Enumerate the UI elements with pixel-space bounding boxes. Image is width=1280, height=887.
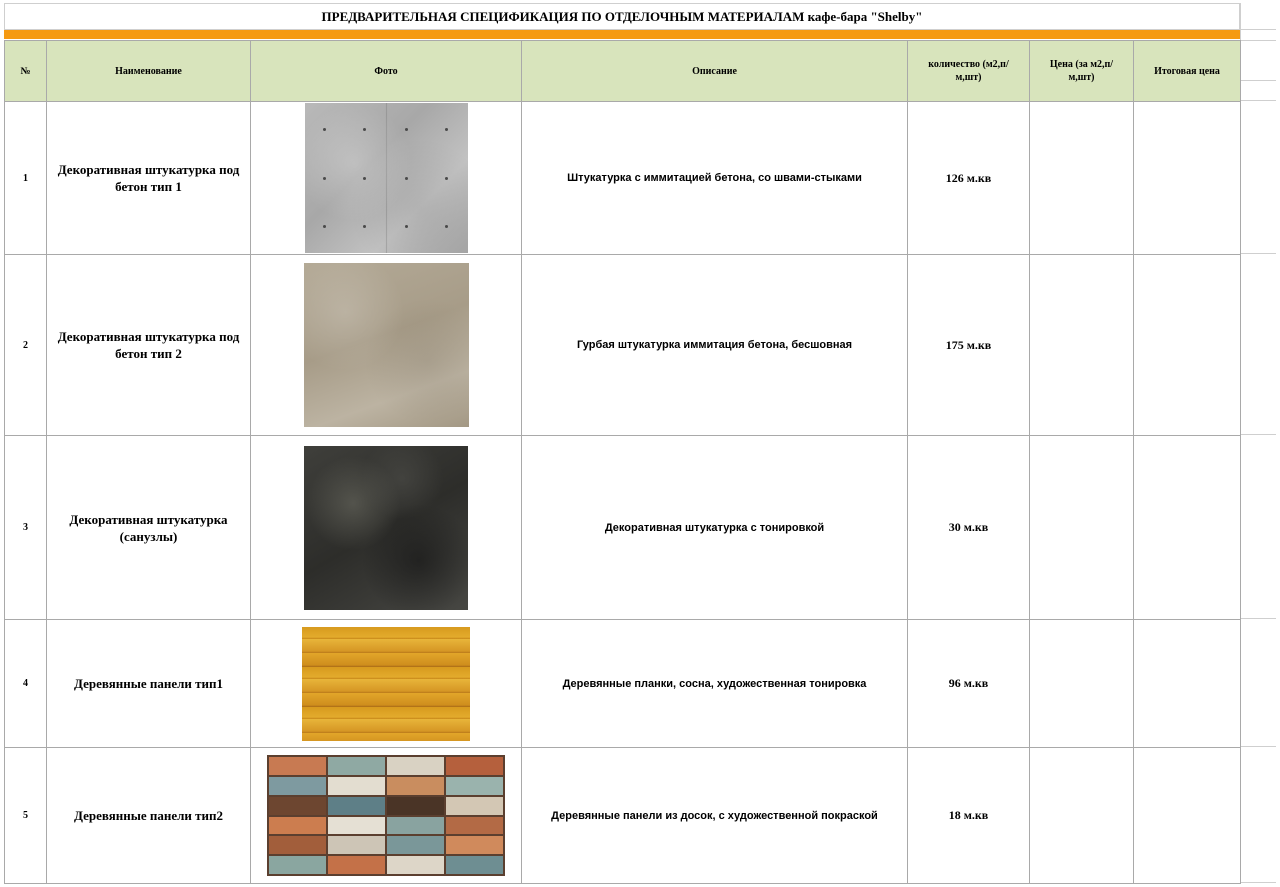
row-name: Декоративная штукатурка под бетон тип 2 bbox=[46, 254, 251, 436]
row-number: 5 bbox=[4, 747, 47, 884]
concrete-panel-texture bbox=[304, 103, 468, 253]
row-quantity: 30 м.кв bbox=[907, 435, 1030, 620]
row-quantity: 175 м.кв bbox=[907, 254, 1030, 436]
header-name: Наименование bbox=[46, 40, 251, 102]
row-quantity: 18 м.кв bbox=[907, 747, 1030, 884]
row-price bbox=[1029, 254, 1134, 436]
header-num: № bbox=[4, 40, 47, 102]
header-total: Итоговая цена bbox=[1133, 40, 1241, 102]
table-row: 3 Декоративная штукатурка (санузлы) Деко… bbox=[4, 435, 1241, 620]
beige-concrete-texture bbox=[303, 263, 469, 427]
grid-line bbox=[1240, 100, 1276, 101]
row-photo bbox=[250, 101, 522, 255]
row-total bbox=[1133, 435, 1241, 620]
grid-line bbox=[1240, 80, 1276, 81]
grid-line bbox=[1240, 40, 1276, 41]
row-photo bbox=[250, 254, 522, 436]
row-name: Деревянные панели тип1 bbox=[46, 619, 251, 748]
header-quantity: количество (м2,п/м,шт) bbox=[907, 40, 1030, 102]
header-photo: Фото bbox=[250, 40, 522, 102]
row-number: 4 bbox=[4, 619, 47, 748]
header-price: Цена (за м2,п/м,шт) bbox=[1029, 40, 1134, 102]
grid-line bbox=[1240, 618, 1276, 619]
row-total bbox=[1133, 254, 1241, 436]
row-description: Деревянные планки, сосна, художественная… bbox=[521, 619, 908, 748]
row-description: Штукатурка с иммитацией бетона, со швами… bbox=[521, 101, 908, 255]
grid-line bbox=[1240, 746, 1276, 747]
table-header-row: № Наименование Фото Описание количество … bbox=[4, 40, 1241, 102]
row-total bbox=[1133, 619, 1241, 748]
row-photo bbox=[250, 435, 522, 620]
row-description: Гурбая штукатурка иммитация бетона, бесш… bbox=[521, 254, 908, 436]
dark-plaster-texture bbox=[304, 445, 468, 610]
grid-line bbox=[1240, 253, 1276, 254]
row-price bbox=[1029, 435, 1134, 620]
table-row: 4 Деревянные панели тип1 Деревянные план… bbox=[4, 619, 1241, 748]
row-name: Декоративная штукатурка под бетон тип 1 bbox=[46, 101, 251, 255]
grid-line bbox=[1240, 882, 1276, 883]
row-quantity: 96 м.кв bbox=[907, 619, 1030, 748]
header-description: Описание bbox=[521, 40, 908, 102]
grid-line bbox=[1240, 29, 1276, 30]
accent-bar bbox=[4, 30, 1240, 39]
yellow-wood-planks-texture bbox=[302, 626, 470, 741]
painted-wood-bricks-texture bbox=[267, 755, 505, 876]
row-total bbox=[1133, 101, 1241, 255]
row-number: 1 bbox=[4, 101, 47, 255]
row-number: 3 bbox=[4, 435, 47, 620]
grid-line bbox=[1240, 434, 1276, 435]
table-row: 5 Деревянные панели тип2 Деревянные пане… bbox=[4, 747, 1241, 884]
table-row: 1 Декоративная штукатурка под бетон тип … bbox=[4, 101, 1241, 255]
document-title: ПРЕДВАРИТЕЛЬНАЯ СПЕЦИФИКАЦИЯ ПО ОТДЕЛОЧН… bbox=[4, 3, 1240, 30]
table-row: 2 Декоративная штукатурка под бетон тип … bbox=[4, 254, 1241, 436]
row-photo bbox=[250, 747, 522, 884]
row-photo bbox=[250, 619, 522, 748]
row-description: Деревянные панели из досок, с художестве… bbox=[521, 747, 908, 884]
row-total bbox=[1133, 747, 1241, 884]
row-name: Декоративная штукатурка (санузлы) bbox=[46, 435, 251, 620]
row-price bbox=[1029, 619, 1134, 748]
row-quantity: 126 м.кв bbox=[907, 101, 1030, 255]
row-description: Декоративная штукатурка с тонировкой bbox=[521, 435, 908, 620]
row-price bbox=[1029, 101, 1134, 255]
row-number: 2 bbox=[4, 254, 47, 436]
row-name: Деревянные панели тип2 bbox=[46, 747, 251, 884]
spec-table: № Наименование Фото Описание количество … bbox=[4, 40, 1241, 884]
row-price bbox=[1029, 747, 1134, 884]
